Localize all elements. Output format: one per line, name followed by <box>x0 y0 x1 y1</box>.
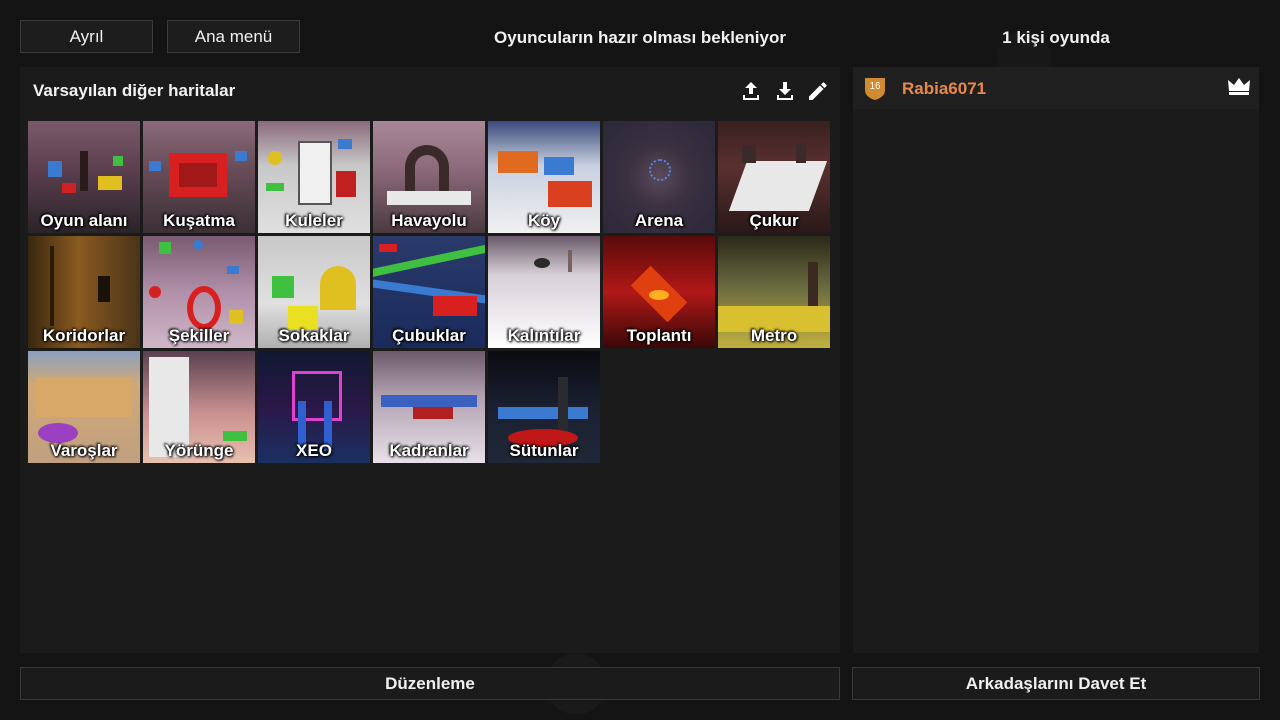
map-tile-kadranlar[interactable]: Kadranlar <box>373 351 485 463</box>
map-tile-toplanti[interactable]: Toplantı <box>603 236 715 348</box>
map-name: Kuleler <box>285 211 343 230</box>
players-panel: 16 Rabia6071 <box>853 67 1259 653</box>
edit-button-label: Düzenleme <box>385 673 475 693</box>
player-count-text: 1 kişi oyunda <box>1002 28 1110 47</box>
map-name: Oyun alanı <box>40 211 128 230</box>
maps-grid: Oyun alanı Kuşatma Kuleler Havayolu Köy … <box>28 121 830 463</box>
map-tile-varoslar[interactable]: Varoşlar <box>28 351 140 463</box>
map-name: Metro <box>750 326 798 345</box>
download-icon[interactable] <box>773 79 797 103</box>
map-tile-havayolu[interactable]: Havayolu <box>373 121 485 233</box>
player-row[interactable]: 16 Rabia6071 <box>853 67 1259 109</box>
map-name: Yörünge <box>164 441 234 460</box>
map-name: Kuşatma <box>163 211 235 230</box>
map-tile-oyun-alani[interactable]: Oyun alanı <box>28 121 140 233</box>
invite-friends-button[interactable]: Arkadaşlarını Davet Et <box>852 667 1260 700</box>
map-tile-koridorlar[interactable]: Koridorlar <box>28 236 140 348</box>
map-name: Varoşlar <box>50 441 118 460</box>
map-tile-kusatma[interactable]: Kuşatma <box>143 121 255 233</box>
map-tile-kuleler[interactable]: Kuleler <box>258 121 370 233</box>
map-tile-xeo[interactable]: XEO <box>258 351 370 463</box>
map-tile-sekiller[interactable]: Şekiller <box>143 236 255 348</box>
map-tile-arena[interactable]: Arena <box>603 121 715 233</box>
edit-icon[interactable] <box>806 79 830 103</box>
map-name: Sokaklar <box>278 326 350 345</box>
level-number: 16 <box>869 81 881 92</box>
map-name: Havayolu <box>391 211 467 230</box>
map-name: Koridorlar <box>42 326 126 345</box>
map-name: Arena <box>634 211 684 230</box>
map-name: Kadranlar <box>389 441 469 460</box>
map-tile-cukur[interactable]: Çukur <box>718 121 830 233</box>
main-menu-button-label: Ana menü <box>194 26 273 46</box>
map-name: Kalıntılar <box>507 326 581 345</box>
leave-button-label: Ayrıl <box>69 26 104 46</box>
main-menu-button[interactable]: Ana menü <box>167 20 300 53</box>
map-name: Çukur <box>749 211 799 230</box>
maps-panel-title: Varsayılan diğer haritalar <box>33 81 236 100</box>
level-badge: 16 <box>862 75 888 101</box>
status-text: Oyuncuların hazır olması bekleniyor <box>494 28 786 47</box>
map-name: Toplantı <box>626 326 692 345</box>
map-tile-koy[interactable]: Köy <box>488 121 600 233</box>
map-tile-metro[interactable]: Metro <box>718 236 830 348</box>
player-name: Rabia6071 <box>902 79 987 98</box>
map-name: Şekiller <box>168 326 230 345</box>
edit-button[interactable]: Düzenleme <box>20 667 840 700</box>
map-tile-cubuklar[interactable]: Çubuklar <box>373 236 485 348</box>
maps-panel: Varsayılan diğer haritalar Oyun alanı Ku… <box>20 67 840 653</box>
crown-icon <box>1228 78 1250 95</box>
invite-friends-button-label: Arkadaşlarını Davet Et <box>965 673 1147 693</box>
leave-button[interactable]: Ayrıl <box>20 20 153 53</box>
map-name: Köy <box>527 211 561 230</box>
map-tile-kalintilar[interactable]: Kalıntılar <box>488 236 600 348</box>
map-tile-yorunge[interactable]: Yörünge <box>143 351 255 463</box>
map-tile-sutunlar[interactable]: Sütunlar <box>488 351 600 463</box>
map-tile-sokaklar[interactable]: Sokaklar <box>258 236 370 348</box>
map-name: Sütunlar <box>509 441 579 460</box>
map-name: XEO <box>296 441 332 460</box>
upload-icon[interactable] <box>739 79 763 103</box>
map-name: Çubuklar <box>392 326 466 345</box>
